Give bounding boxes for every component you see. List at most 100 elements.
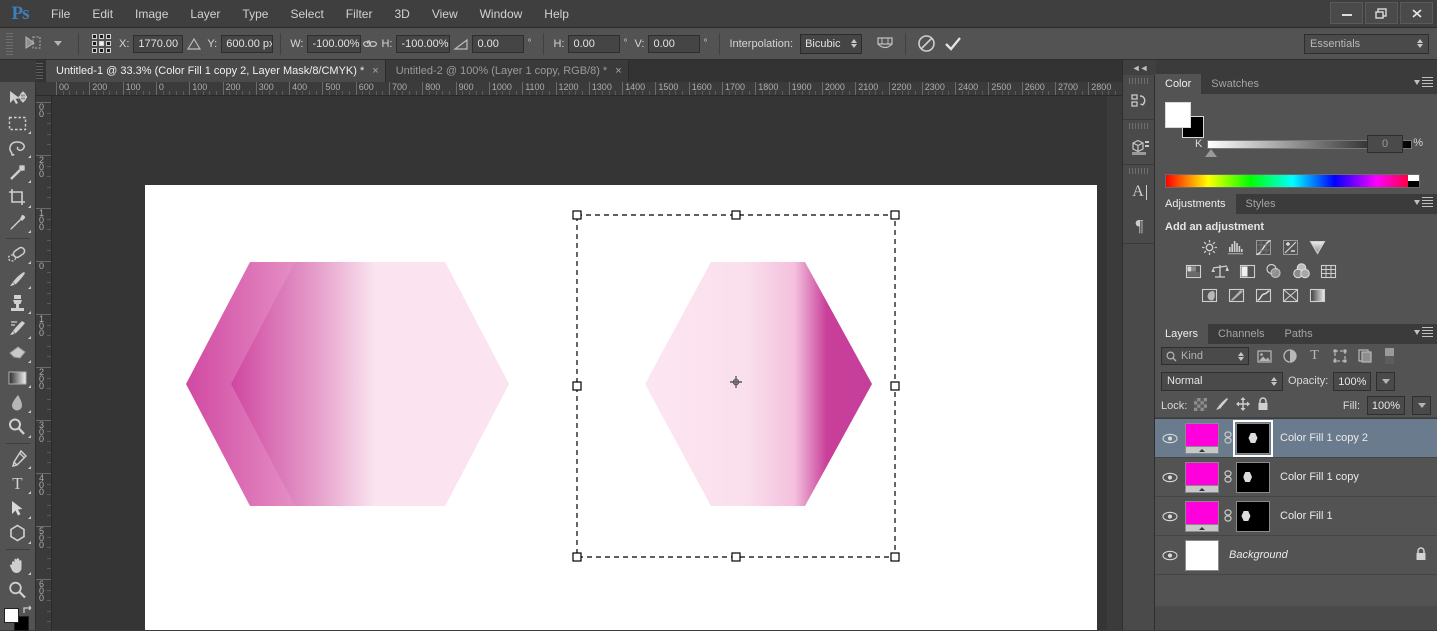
layer-row-color-fill-1-copy-2[interactable]: Color Fill 1 copy 2 — [1155, 419, 1437, 458]
document-tab-untitled-2[interactable]: Untitled-2 @ 100% (Layer 1 copy, RGB/8) … — [385, 60, 629, 82]
blur-tool[interactable] — [3, 390, 33, 415]
skew-v-input[interactable]: 0.00 — [648, 34, 701, 53]
tab-color[interactable]: Color — [1155, 74, 1202, 94]
expand-panels-button[interactable]: ◄◄ — [1123, 60, 1156, 75]
adjustment-filter-icon[interactable] — [1280, 347, 1299, 365]
mask-link-icon[interactable] — [1222, 470, 1233, 484]
zoom-tool[interactable] — [3, 577, 33, 602]
vertical-ruler[interactable]: 00 200 100 0 100 200 300 400 500 600 — [36, 96, 52, 630]
tab-close-icon[interactable]: × — [372, 65, 378, 77]
tab-styles[interactable]: Styles — [1236, 194, 1286, 214]
layer-filter-kind-select[interactable]: Kind — [1161, 347, 1249, 365]
opacity-dropdown-button[interactable] — [1376, 371, 1396, 391]
lock-image-pixels-icon[interactable] — [1214, 397, 1229, 414]
layer-fill-thumbnail[interactable] — [1185, 539, 1219, 571]
workspace-selector[interactable]: Essentials — [1304, 33, 1429, 54]
lock-all-icon[interactable] — [1257, 397, 1269, 414]
hue-saturation-icon[interactable] — [1183, 262, 1203, 280]
layer-name[interactable]: Background — [1229, 549, 1288, 561]
layer-row-color-fill-1-copy[interactable]: Color Fill 1 copy — [1155, 458, 1437, 497]
commit-transform-button[interactable] — [939, 33, 965, 55]
layer-row-background[interactable]: Background — [1155, 536, 1437, 575]
close-button[interactable] — [1400, 2, 1433, 24]
ref-br[interactable] — [106, 48, 111, 53]
free-transform-tool-icon[interactable] — [19, 33, 45, 55]
canvas-area[interactable] — [52, 96, 1107, 630]
brush-tool[interactable] — [3, 266, 33, 291]
layer-visibility-toggle[interactable] — [1155, 472, 1185, 483]
history-brush-tool[interactable] — [3, 316, 33, 341]
posterize-icon[interactable] — [1226, 286, 1246, 304]
k-channel-thumb[interactable] — [1205, 149, 1217, 157]
blend-mode-select[interactable]: Normal — [1161, 371, 1283, 391]
x-input[interactable]: 1770.00 px — [133, 34, 184, 53]
document-tab-untitled-1[interactable]: Untitled-1 @ 33.3% (Color Fill 1 copy 2,… — [46, 60, 386, 82]
layer-name[interactable]: Color Fill 1 — [1280, 510, 1333, 522]
link-aspect-ratio-icon[interactable] — [361, 37, 379, 51]
shape-tool[interactable] — [3, 521, 33, 546]
threshold-icon[interactable] — [1253, 286, 1273, 304]
reference-point-selector[interactable] — [92, 34, 111, 53]
exposure-icon[interactable] — [1280, 238, 1300, 256]
y-input[interactable]: 600.00 px — [221, 34, 274, 53]
type-tool[interactable]: T — [3, 471, 33, 496]
layer-visibility-toggle[interactable] — [1155, 550, 1185, 561]
layer-name[interactable]: Color Fill 1 copy — [1280, 471, 1359, 483]
menu-file[interactable]: File — [40, 0, 81, 28]
crop-tool[interactable] — [3, 185, 33, 210]
layer-name[interactable]: Color Fill 1 copy 2 — [1280, 432, 1368, 444]
swap-colors-icon[interactable] — [22, 605, 34, 616]
curves-icon[interactable] — [1253, 238, 1273, 256]
ref-mc[interactable] — [99, 41, 104, 46]
selective-color-icon[interactable] — [1280, 286, 1300, 304]
menu-select[interactable]: Select — [279, 0, 334, 28]
layer-row-color-fill-1[interactable]: Color Fill 1 — [1155, 497, 1437, 536]
move-tool[interactable] — [3, 86, 33, 111]
layer-mask-thumbnail[interactable] — [1236, 500, 1270, 532]
interpolation-select[interactable]: Bicubic — [800, 33, 863, 54]
hand-tool[interactable] — [3, 553, 33, 578]
rectangular-marquee-tool[interactable] — [3, 111, 33, 136]
tab-channels[interactable]: Channels — [1208, 324, 1274, 344]
color-lookup-icon[interactable] — [1318, 262, 1338, 280]
magic-wand-tool[interactable] — [3, 160, 33, 185]
character-panel-icon[interactable]: A — [1123, 175, 1156, 209]
shape-filter-icon[interactable] — [1330, 347, 1349, 365]
rotation-input[interactable]: 0.00 — [472, 34, 525, 53]
invert-icon[interactable] — [1199, 286, 1219, 304]
tab-adjustments[interactable]: Adjustments — [1155, 194, 1236, 214]
tab-bar-grip[interactable] — [36, 63, 43, 79]
eraser-tool[interactable] — [3, 341, 33, 366]
color-swatches[interactable] — [3, 605, 34, 631]
fill-dropdown-button[interactable] — [1412, 396, 1431, 415]
color-balance-icon[interactable] — [1210, 262, 1230, 280]
ref-tl[interactable] — [92, 34, 97, 39]
layer-fill-thumbnail[interactable] — [1185, 461, 1219, 493]
dock-group-grip-2[interactable] — [1128, 123, 1149, 129]
adjustments-panel-menu-button[interactable] — [1414, 197, 1433, 207]
tab-swatches[interactable]: Swatches — [1201, 74, 1269, 94]
spot-healing-brush-tool[interactable] — [3, 242, 33, 267]
menu-3d[interactable]: 3D — [383, 0, 420, 28]
layer-mask-thumbnail[interactable] — [1233, 419, 1273, 457]
menu-type[interactable]: Type — [231, 0, 279, 28]
lasso-tool[interactable] — [3, 136, 33, 161]
color-spectrum-ramp[interactable] — [1165, 174, 1420, 188]
ref-bl[interactable] — [92, 48, 97, 53]
layer-fill-thumbnail[interactable] — [1185, 500, 1219, 532]
options-bar-grip[interactable] — [6, 32, 13, 55]
width-input[interactable]: -100.00% — [307, 34, 362, 53]
transform-overlay[interactable] — [145, 185, 1097, 630]
tab-paths[interactable]: Paths — [1275, 324, 1323, 344]
history-panel-icon[interactable] — [1123, 85, 1156, 119]
ref-tc[interactable] — [99, 34, 104, 39]
color-panel-swatches[interactable] — [1165, 102, 1205, 138]
pen-tool[interactable] — [3, 447, 33, 472]
layers-panel-menu-button[interactable] — [1414, 327, 1433, 337]
opacity-input[interactable]: 100% — [1333, 371, 1372, 391]
restore-button[interactable] — [1365, 2, 1398, 24]
menu-help[interactable]: Help — [533, 0, 580, 28]
clone-stamp-tool[interactable] — [3, 291, 33, 316]
foreground-color-chip[interactable] — [1165, 102, 1191, 128]
gradient-tool[interactable] — [3, 365, 33, 390]
